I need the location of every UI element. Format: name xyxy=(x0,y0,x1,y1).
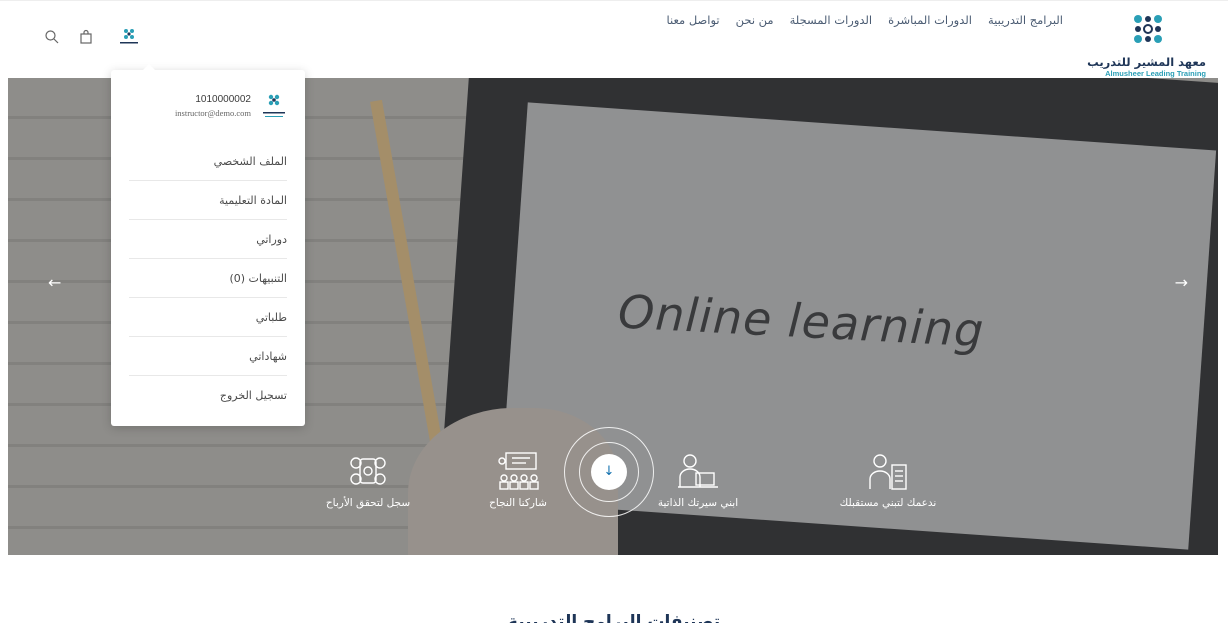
presentation-audience-icon xyxy=(498,452,539,490)
brand-name-en: Almusheer Leading Training xyxy=(1105,69,1206,78)
arrow-down-icon[interactable]: ↓ xyxy=(591,454,627,490)
menu-item-profile[interactable]: الملف الشخصي xyxy=(129,142,287,181)
menu-item-my-courses[interactable]: دوراتي xyxy=(129,220,287,259)
site-header: معهد المشير للتدريب Almusheer Leading Tr… xyxy=(0,0,1228,78)
dropdown-menu-list: الملف الشخصي المادة التعليمية دوراتي الت… xyxy=(129,142,287,415)
dropdown-caret xyxy=(141,64,157,72)
user-phone: 1010000002 xyxy=(195,94,251,105)
feature-label: ندعمك لتبني مستقبلك xyxy=(839,497,937,509)
nav-live-courses[interactable]: الدورات المباشرة xyxy=(888,13,972,27)
search-icon[interactable] xyxy=(44,29,60,45)
feature-support-future[interactable]: ندعمك لتبني مستقبلك xyxy=(818,451,958,509)
nav-about-us[interactable]: من نحن xyxy=(736,13,774,27)
nav-contact-us[interactable]: تواصل معنا xyxy=(666,13,719,27)
user-dropdown-menu: 1010000002 instructor@demo.com الملف الش… xyxy=(111,70,305,426)
user-avatar-logo xyxy=(263,94,285,117)
person-document-icon xyxy=(869,454,907,490)
feature-label: شاركنا النجاح xyxy=(489,497,547,509)
nav-training-programs[interactable]: البرامج التدريبية xyxy=(988,13,1063,27)
section-title: تصنيفات البرامج التدريبية xyxy=(507,612,721,623)
shopping-bag-icon[interactable] xyxy=(78,29,94,45)
dropdown-user-info: 1010000002 instructor@demo.com xyxy=(127,92,287,124)
brand-name-ar: معهد المشير للتدريب xyxy=(1087,55,1206,69)
main-nav: البرامج التدريبية الدورات المباشرة الدور… xyxy=(666,13,1063,27)
feature-label: ابني سيرتك الذاتية xyxy=(657,497,739,509)
feature-label: سجل لتحقق الأرباح xyxy=(325,497,411,509)
menu-item-notifications[interactable]: التنبيهات (0) xyxy=(129,259,287,298)
person-laptop-icon xyxy=(678,454,718,488)
slider-next-arrow-icon[interactable]: → xyxy=(1175,273,1188,292)
nav-recorded-courses[interactable]: الدورات المسجلة xyxy=(790,13,873,27)
slider-prev-arrow-icon[interactable]: ← xyxy=(48,273,61,292)
user-email: instructor@demo.com xyxy=(174,108,251,118)
menu-item-logout[interactable]: تسجيل الخروج xyxy=(129,376,287,415)
header-actions xyxy=(44,29,94,45)
menu-item-my-certificates[interactable]: شهاداتي xyxy=(129,337,287,376)
user-avatar-logo[interactable] xyxy=(118,27,140,47)
social-media-icon xyxy=(350,457,386,485)
menu-item-my-orders[interactable]: طلباتي xyxy=(129,298,287,337)
menu-item-course-material[interactable]: المادة التعليمية xyxy=(129,181,287,220)
feature-earn-profits[interactable]: سجل لتحقق الأرباح xyxy=(298,451,438,509)
logo-mark-icon xyxy=(1134,15,1162,43)
